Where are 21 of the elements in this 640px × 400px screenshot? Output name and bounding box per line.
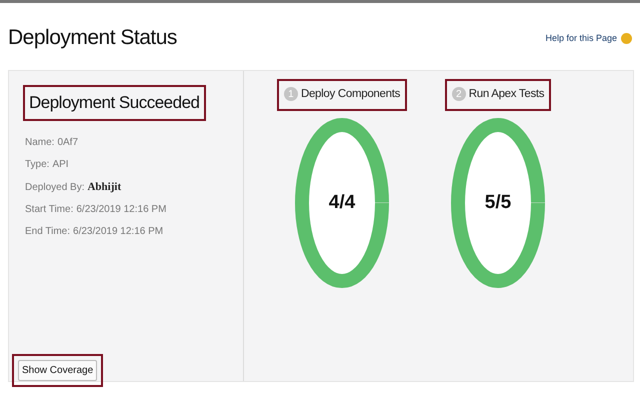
step-number: 2	[452, 87, 466, 101]
help-link[interactable]: Help for this Page	[545, 32, 632, 44]
step-number: 1	[284, 87, 298, 101]
step-label: Run Apex Tests	[468, 88, 544, 100]
help-icon	[621, 32, 632, 44]
detail-label: Start Time:	[25, 204, 74, 215]
detail-value: 6/23/2019 12:16 PM	[76, 204, 166, 215]
step-label: Deploy Components	[300, 88, 400, 100]
progress-count: 4/4	[328, 192, 356, 214]
progress-count: 5/5	[484, 192, 512, 214]
detail-label: Deployed By:	[25, 182, 84, 193]
detail-value: 6/23/2019 12:16 PM	[73, 226, 164, 237]
page-title: Deployment Status	[8, 26, 177, 50]
detail-label: Name:	[25, 137, 54, 148]
detail-value: 0Af7	[57, 137, 78, 148]
status-heading: Deployment Succeeded	[23, 85, 206, 121]
detail-value: API	[52, 159, 69, 170]
detail-label: End Time:	[25, 226, 70, 237]
detail-label: Type:	[25, 159, 50, 170]
detail-value: Abhijit	[87, 181, 122, 193]
show-coverage-button[interactable]: Show Coverage	[18, 360, 98, 381]
